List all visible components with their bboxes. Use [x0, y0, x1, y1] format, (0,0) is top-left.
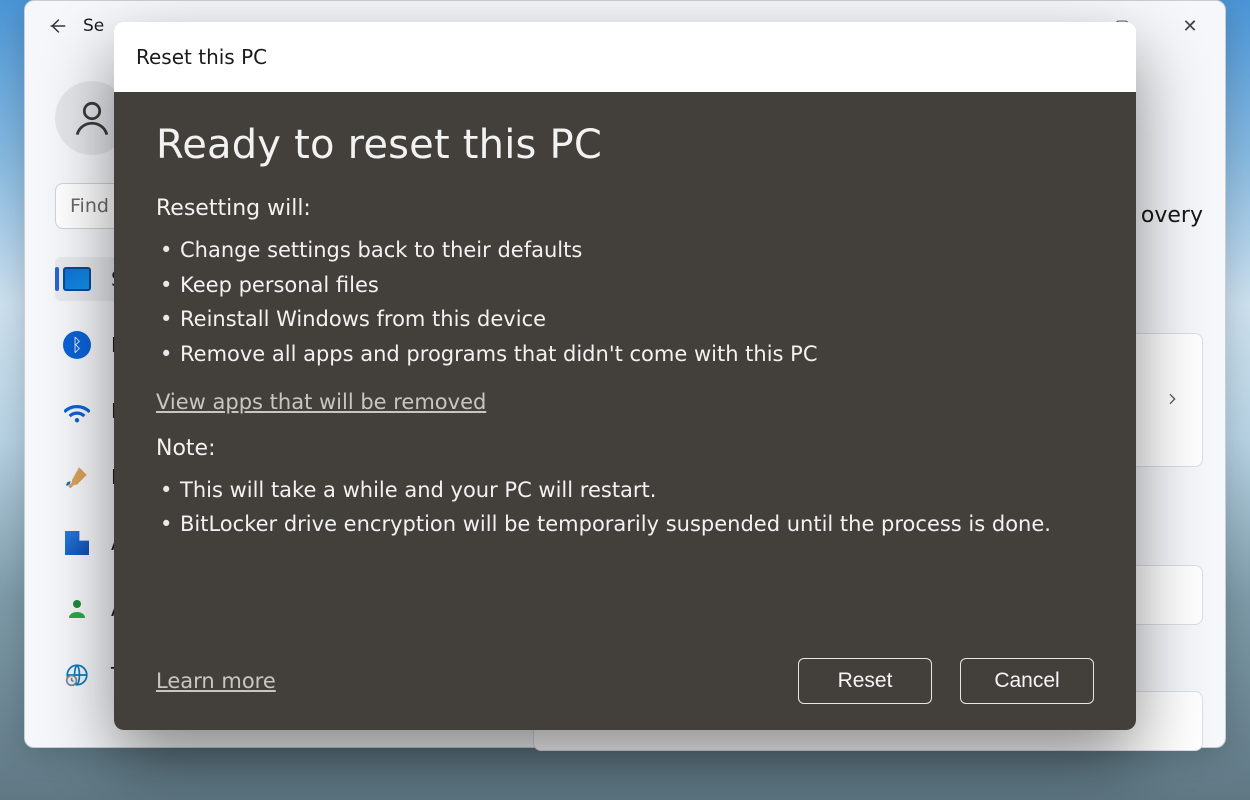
resetting-item: Change settings back to their defaults	[156, 233, 1094, 268]
back-button[interactable]	[37, 6, 77, 46]
note-item: This will take a while and your PC will …	[156, 473, 1094, 508]
learn-more-link[interactable]: Learn more	[156, 669, 276, 693]
dialog-body: Ready to reset this PC Resetting will: C…	[114, 92, 1136, 730]
note-item: BitLocker drive encryption will be tempo…	[156, 507, 1094, 542]
person-icon	[71, 97, 113, 139]
dialog-header: Reset this PC	[114, 22, 1136, 92]
dialog-header-title: Reset this PC	[136, 45, 267, 69]
cancel-button[interactable]: Cancel	[960, 658, 1094, 704]
brush-icon	[63, 463, 91, 491]
resetting-list: Change settings back to their defaults K…	[156, 233, 1094, 372]
dialog-footer: Learn more Reset Cancel	[156, 658, 1094, 704]
resetting-item: Remove all apps and programs that didn't…	[156, 337, 1094, 372]
note-list: This will take a while and your PC will …	[156, 473, 1094, 542]
note-heading: Note:	[156, 436, 1094, 461]
globe-clock-icon	[63, 661, 91, 689]
chevron-right-icon	[1164, 388, 1180, 412]
account-icon	[63, 595, 91, 623]
apps-icon	[65, 531, 89, 555]
arrow-left-icon	[46, 15, 68, 37]
close-button[interactable]: ✕	[1167, 16, 1213, 37]
bluetooth-icon: ᛒ	[63, 331, 91, 359]
reset-button[interactable]: Reset	[798, 658, 932, 704]
resetting-item: Reinstall Windows from this device	[156, 302, 1094, 337]
system-icon	[63, 267, 91, 291]
resetting-item: Keep personal files	[156, 268, 1094, 303]
reset-pc-dialog: Reset this PC Ready to reset this PC Res…	[114, 22, 1136, 730]
resetting-heading: Resetting will:	[156, 196, 1094, 221]
wifi-icon	[63, 397, 91, 425]
view-apps-link[interactable]: View apps that will be removed	[156, 390, 1094, 414]
window-title: Se	[83, 16, 104, 36]
dialog-title: Ready to reset this PC	[156, 122, 1094, 168]
breadcrumb-partial: overy	[1141, 203, 1203, 228]
